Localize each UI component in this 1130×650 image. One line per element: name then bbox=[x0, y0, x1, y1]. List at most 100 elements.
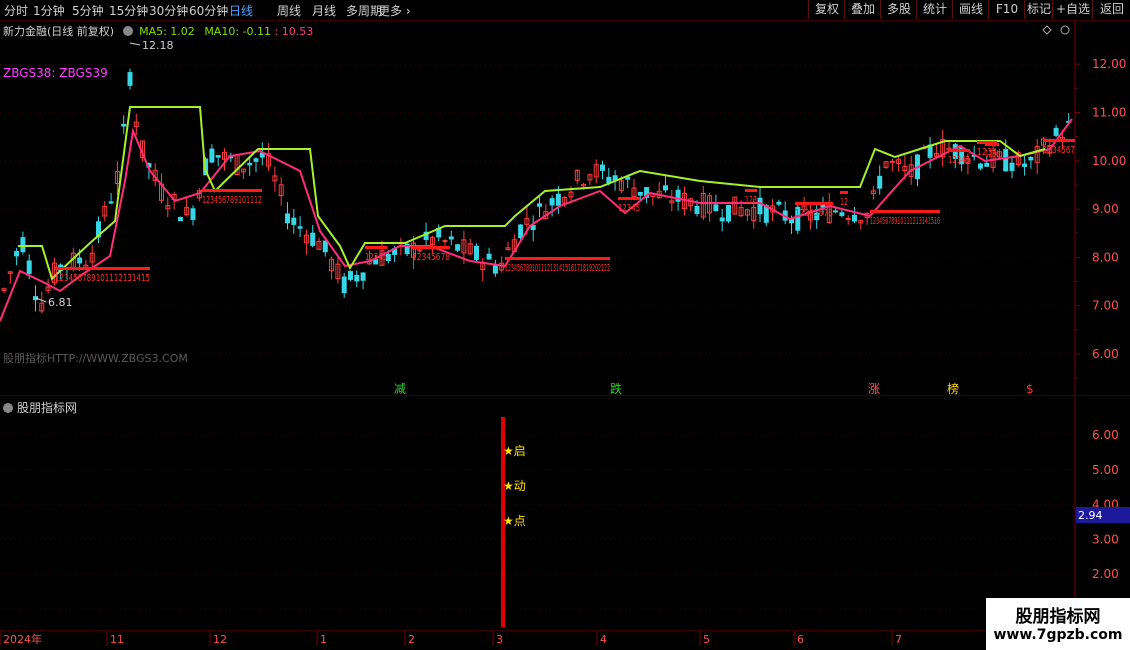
badge-title: 股朋指标网 bbox=[1015, 607, 1101, 627]
toolbar-button[interactable]: 叠加 bbox=[844, 0, 881, 19]
kline-chart[interactable]: 123456789101112131415 123456789101112 1234… bbox=[0, 21, 1130, 396]
count-label: 12345678910111213141516171819202122 bbox=[505, 263, 610, 274]
y-tick-label: 6.00 bbox=[1092, 347, 1119, 361]
indicator-names: ZBGS38: ZBGS39 bbox=[3, 66, 108, 80]
candle bbox=[707, 192, 713, 222]
candle bbox=[927, 137, 933, 169]
signal-labels: 减 跌 涨 榜 $ bbox=[394, 381, 1034, 396]
period-tab[interactable]: 5分钟 bbox=[72, 2, 104, 19]
count-label: 12345678 bbox=[795, 208, 833, 219]
candle bbox=[429, 235, 435, 254]
period-tab[interactable]: 周线 bbox=[277, 2, 301, 19]
period-tab[interactable]: 多周期 bbox=[346, 2, 382, 19]
candle bbox=[650, 193, 656, 206]
candle bbox=[285, 202, 290, 230]
count-bar bbox=[840, 191, 848, 194]
period-tab[interactable]: 15分钟 bbox=[109, 2, 148, 19]
toolbar-button[interactable]: 画线 bbox=[952, 0, 989, 19]
candle bbox=[436, 224, 442, 242]
candle bbox=[354, 270, 360, 288]
candle bbox=[1034, 138, 1040, 175]
candle bbox=[776, 199, 782, 207]
candle bbox=[360, 272, 366, 290]
candle bbox=[455, 243, 461, 252]
signal-label: 涨 bbox=[868, 381, 880, 396]
x-tick-label: 11 bbox=[110, 633, 124, 646]
candle bbox=[505, 241, 511, 251]
count-label: 12345678910111213141516 bbox=[870, 216, 940, 227]
candle bbox=[442, 239, 448, 246]
date-axis: 2024年 11 12 1 2 3 4 5 6 7 bbox=[0, 630, 1075, 646]
x-tick-label: 2 bbox=[408, 633, 415, 646]
count-label: 12345 bbox=[618, 203, 640, 214]
count-bar bbox=[412, 246, 450, 249]
candle bbox=[744, 208, 750, 222]
candle bbox=[486, 247, 492, 260]
sub-indicator-chart[interactable]: ★启★动★点 6.005.004.003.002.001.00 2.94 bbox=[0, 397, 1130, 630]
ma10-label: MA10: -0.11 bbox=[204, 25, 271, 38]
candle bbox=[133, 113, 139, 136]
candle bbox=[335, 256, 341, 284]
count-bar bbox=[870, 210, 940, 213]
signal-marker: ★动 bbox=[503, 479, 526, 493]
count-label: 123456789101112131415 bbox=[55, 273, 150, 284]
x-tick-label: 6 bbox=[797, 633, 804, 646]
signal-label: $ bbox=[1026, 382, 1034, 396]
x-tick-label: 12 bbox=[213, 633, 227, 646]
period-tab[interactable]: 月线 bbox=[312, 2, 336, 19]
chart-legend: 新力金融(日线 前复权) MA5: 1.02 MA10: -0.11 : 10.… bbox=[3, 23, 313, 39]
count-bar bbox=[618, 197, 640, 200]
candle bbox=[240, 168, 246, 180]
candle bbox=[474, 243, 479, 263]
count-label: 1234567 bbox=[1043, 145, 1075, 156]
period-tab[interactable]: 60分钟 bbox=[189, 2, 228, 19]
count-bar bbox=[948, 149, 970, 152]
y-tick-label: 2.00 bbox=[1092, 567, 1119, 581]
candle bbox=[215, 155, 221, 167]
count-label: 123 bbox=[745, 195, 757, 206]
period-tab[interactable]: 更多 › bbox=[378, 2, 411, 19]
candle bbox=[448, 230, 454, 246]
candle bbox=[190, 205, 196, 226]
period-tab[interactable]: 日线 bbox=[229, 2, 253, 19]
candle bbox=[978, 162, 983, 171]
candle bbox=[870, 186, 876, 200]
count-bar bbox=[55, 267, 150, 270]
circle-icon[interactable] bbox=[1060, 25, 1070, 35]
stock-title: 新力金融(日线 前复权) bbox=[3, 25, 115, 38]
toolbar-button[interactable]: F10 bbox=[988, 0, 1025, 19]
candle bbox=[467, 238, 473, 255]
ma-extra-label: : 10.53 bbox=[274, 25, 314, 38]
candle bbox=[184, 197, 190, 217]
candle bbox=[940, 129, 946, 167]
toolbar-button[interactable]: 标记 bbox=[1024, 0, 1053, 19]
diamond-icon[interactable] bbox=[1042, 25, 1052, 35]
count-bar bbox=[365, 246, 387, 249]
period-tab[interactable]: 1分钟 bbox=[33, 2, 65, 19]
y-tick-label: 8.00 bbox=[1092, 250, 1119, 264]
period-tab[interactable]: 30分钟 bbox=[149, 2, 188, 19]
candle bbox=[877, 165, 883, 195]
toolbar-button[interactable]: 复权 bbox=[808, 0, 845, 19]
candle bbox=[310, 225, 316, 248]
candle bbox=[587, 173, 593, 185]
chevron-down-icon[interactable] bbox=[122, 26, 133, 36]
count-bar bbox=[202, 189, 262, 192]
count-bar bbox=[977, 141, 997, 144]
period-tab[interactable]: 分时 bbox=[4, 2, 28, 19]
y-tick-label: 3.00 bbox=[1092, 532, 1119, 546]
y-tick-label: 9.00 bbox=[1092, 202, 1119, 216]
toolbar-button[interactable]: 统计 bbox=[916, 0, 953, 19]
toolbar-button[interactable]: 返回 bbox=[1092, 0, 1130, 19]
toolbar: 分时 1分钟 5分钟 15分钟 30分钟 60分钟 日线 周线 月线 多周期 更多 › 复权 叠加 多股… bbox=[0, 0, 1130, 21]
candle bbox=[322, 240, 328, 257]
candle bbox=[39, 291, 45, 314]
candle bbox=[14, 248, 20, 266]
candle bbox=[600, 160, 605, 180]
candle bbox=[1, 287, 7, 294]
toolbar-button[interactable]: 多股 bbox=[880, 0, 917, 19]
candle bbox=[165, 197, 171, 218]
toolbar-button[interactable]: +自选 bbox=[1052, 0, 1093, 19]
x-tick-label: 5 bbox=[703, 633, 710, 646]
price-axis: 12.00 11.00 10.00 9.00 8.00 7.00 6.00 bbox=[1075, 57, 1126, 379]
